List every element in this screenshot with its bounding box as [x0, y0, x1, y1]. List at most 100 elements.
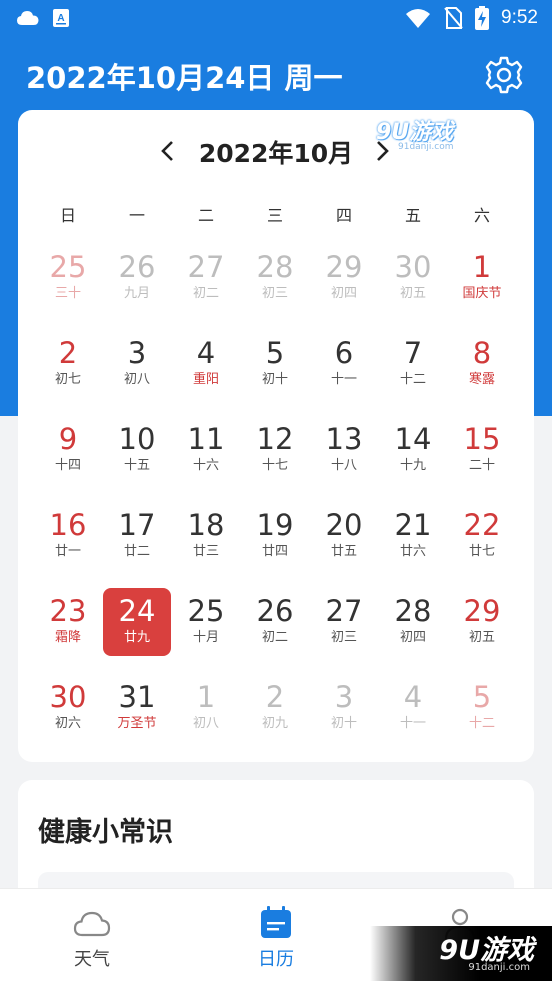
day-cell[interactable]: 3 初十: [309, 674, 379, 748]
day-cell[interactable]: 13 十八: [309, 416, 379, 490]
lunar-date: 十六: [192, 458, 219, 473]
day-number: 9: [58, 422, 78, 456]
lunar-date: 初五: [399, 286, 426, 301]
day-cell-selected[interactable]: 24 廿九: [103, 588, 171, 656]
day-cell[interactable]: 29 初四: [309, 244, 379, 318]
day-cell[interactable]: 31 万圣节: [102, 674, 172, 748]
lunar-date: 十月: [192, 630, 219, 645]
day-cell[interactable]: 25 十月: [171, 588, 241, 662]
status-time: 9:52: [501, 7, 538, 28]
day-number: 27: [325, 594, 363, 628]
day-cell[interactable]: 26 初二: [240, 588, 310, 662]
day-number: 4: [403, 680, 423, 714]
day-cell[interactable]: 15 二十: [447, 416, 517, 490]
lunar-date: 初三: [261, 286, 288, 301]
day-number: 4: [196, 336, 216, 370]
weekday-label: 四: [335, 206, 352, 225]
day-number: 17: [118, 508, 156, 542]
lunar-date: 初十: [261, 372, 288, 387]
day-cell[interactable]: 2 初七: [33, 330, 103, 404]
settings-button[interactable]: [484, 55, 524, 95]
day-cell[interactable]: 8 寒露: [447, 330, 517, 404]
day-cell[interactable]: 6 十一: [309, 330, 379, 404]
lunar-date: 初二: [261, 630, 288, 645]
day-number: 20: [325, 508, 363, 542]
day-number: 5: [265, 336, 285, 370]
day-cell[interactable]: 27 初三: [309, 588, 379, 662]
day-number: 31: [118, 680, 156, 714]
day-cell[interactable]: 12 十七: [240, 416, 310, 490]
lunar-date: 霜降: [54, 630, 81, 645]
day-cell[interactable]: 26 九月: [102, 244, 172, 318]
weekday-label: 六: [473, 206, 490, 225]
day-number: 11: [187, 422, 225, 456]
day-number: 24: [118, 594, 156, 628]
day-cell[interactable]: 3 初八: [102, 330, 172, 404]
day-cell[interactable]: 2 初九: [240, 674, 310, 748]
day-number: 7: [403, 336, 423, 370]
lunar-date: 廿四: [261, 544, 288, 559]
day-cell[interactable]: 9 十四: [33, 416, 103, 490]
day-cell[interactable]: 1 国庆节: [447, 244, 517, 318]
lunar-date: 十一: [330, 372, 357, 387]
lunar-date: 初四: [330, 286, 357, 301]
day-cell[interactable]: 1 初八: [171, 674, 241, 748]
lunar-date: 三十: [54, 286, 81, 301]
day-cell[interactable]: 19 廿四: [240, 502, 310, 576]
day-cell[interactable]: 27 初二: [171, 244, 241, 318]
day-cell[interactable]: 30 初五: [378, 244, 448, 318]
lunar-date: 寒露: [468, 372, 495, 387]
lunar-date: 初八: [123, 372, 150, 387]
day-number: 26: [118, 250, 156, 284]
lunar-date: 十五: [123, 458, 150, 473]
day-cell[interactable]: 20 廿五: [309, 502, 379, 576]
day-number: 23: [49, 594, 87, 628]
day-cell[interactable]: 21 廿六: [378, 502, 448, 576]
lunar-date: 初二: [192, 286, 219, 301]
day-cell[interactable]: 5 十二: [447, 674, 517, 748]
day-number: 3: [127, 336, 147, 370]
lunar-date: 廿七: [468, 544, 495, 559]
day-cell[interactable]: 30 初六: [33, 674, 103, 748]
prev-month-button[interactable]: [156, 134, 180, 168]
day-cell[interactable]: 22 廿七: [447, 502, 517, 576]
month-title: 2022年10月: [198, 139, 354, 168]
day-number: 22: [463, 508, 501, 542]
day-cell[interactable]: 18 廿三: [171, 502, 241, 576]
day-number: 1: [472, 250, 492, 284]
lunar-date: 初八: [192, 716, 219, 731]
day-cell[interactable]: 17 廿二: [102, 502, 172, 576]
day-cell[interactable]: 10 十五: [102, 416, 172, 490]
lunar-date: 廿九: [123, 630, 150, 645]
day-cell[interactable]: 25 三十: [33, 244, 103, 318]
calendar-icon: [261, 906, 291, 938]
weekday-label: 一: [128, 206, 145, 225]
day-cell[interactable]: 16 廿一: [33, 502, 103, 576]
lunar-date: 十四: [54, 458, 81, 473]
day-number: 30: [49, 680, 87, 714]
day-cell[interactable]: 28 初三: [240, 244, 310, 318]
day-cell[interactable]: 28 初四: [378, 588, 448, 662]
day-number: 25: [49, 250, 87, 284]
day-cell[interactable]: 4 十一: [378, 674, 448, 748]
lunar-date: 十八: [330, 458, 357, 473]
day-cell[interactable]: 23 霜降: [33, 588, 103, 662]
day-number: 10: [118, 422, 156, 456]
day-cell[interactable]: 5 初十: [240, 330, 310, 404]
day-cell[interactable]: 14 十九: [378, 416, 448, 490]
health-tips-title: 健康小常识: [38, 817, 173, 848]
day-cell[interactable]: 11 十六: [171, 416, 241, 490]
day-number: 16: [49, 508, 87, 542]
day-cell[interactable]: 29 初五: [447, 588, 517, 662]
tab-calendar[interactable]: 日历: [184, 889, 368, 981]
day-number: 13: [325, 422, 363, 456]
day-cell[interactable]: 7 十二: [378, 330, 448, 404]
day-number: 29: [325, 250, 363, 284]
day-number: 6: [334, 336, 354, 370]
lunar-date: 初六: [54, 716, 81, 731]
wifi-icon: [406, 9, 431, 28]
tab-weather[interactable]: 天气: [0, 889, 184, 981]
lunar-date: 初七: [54, 372, 81, 387]
day-cell[interactable]: 4 重阳: [171, 330, 241, 404]
weekday-header: 日一二三四五六: [18, 202, 534, 226]
